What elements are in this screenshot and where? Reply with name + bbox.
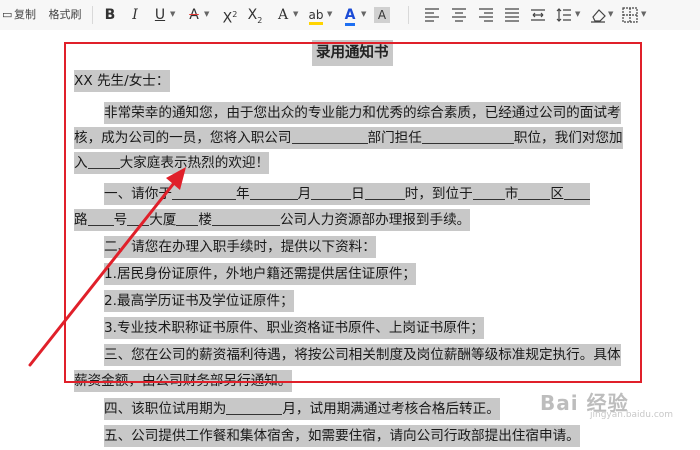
- blank-field[interactable]: [87, 153, 120, 169]
- page-title: 录用通知书: [312, 40, 393, 66]
- text-run: 公司人力资源部办理报到手续。: [279, 212, 471, 228]
- font-color-button[interactable]: A: [344, 7, 356, 26]
- text-run: 楼: [198, 212, 212, 228]
- text-run: 大厦: [149, 212, 177, 228]
- list-item: 1.居民身份证原件，外地户籍还需提供居住证原件；: [104, 263, 417, 285]
- align-left-icon[interactable]: [424, 7, 440, 23]
- item-line: 五、公司提供工作餐和集体宿舍，如需要住宿，请向公司行政部提出住宿申请。: [104, 425, 580, 447]
- item-line: 四、该职位试用期为 月，试用期满通过考核合格后转正。: [104, 398, 500, 420]
- format-painter-button[interactable]: 格式刷: [46, 5, 84, 25]
- bold-button[interactable]: B: [101, 5, 119, 25]
- item-line: 一、请你于 年 月 日 时，到位于 市 区: [104, 183, 590, 205]
- chevron-down-icon[interactable]: ▼: [361, 10, 366, 18]
- cut-icon[interactable]: ▭: [2, 5, 12, 25]
- watermark-brand: Bai: [540, 391, 579, 415]
- subscript-button[interactable]: X2: [244, 5, 266, 25]
- chevron-down-icon[interactable]: ▼: [204, 10, 209, 18]
- blank-field[interactable]: [127, 210, 150, 226]
- list-item: 2.最高学历证书及学位证原件；: [104, 290, 294, 312]
- text-run: 职位，我们对您加: [513, 130, 623, 146]
- align-center-icon[interactable]: [451, 7, 467, 23]
- subscript-label: X: [247, 7, 258, 23]
- blank-field[interactable]: [518, 184, 551, 200]
- item-line: 二、请您在办理入职手续时，提供以下资料：: [104, 236, 376, 258]
- item-line: 三、您在公司的薪资福利待遇，将按公司相关制度及岗位薪酬等级标准规定执行。具体: [104, 344, 621, 366]
- chevron-down-icon[interactable]: ▼: [293, 10, 298, 18]
- justify-icon[interactable]: [504, 7, 520, 23]
- blank-field[interactable]: [249, 184, 298, 200]
- superscript-label: X: [222, 10, 233, 27]
- watermark-url: jingyan.baidu.com: [590, 410, 674, 420]
- item-line: 路 号 大厦 楼 公司人力资源部办理报到手续。: [74, 209, 471, 231]
- blank-field[interactable]: [472, 184, 505, 200]
- paragraph-line: 非常荣幸的通知您，由于您出众的专业能力和优秀的综合素质，已经通过公司的面试考: [104, 102, 621, 124]
- text-run: 核，成为公司的一员，您将入职公司: [74, 130, 292, 146]
- salutation: XX 先生/女士：: [74, 70, 170, 92]
- italic-button[interactable]: I: [126, 5, 144, 25]
- text-run: 年: [235, 186, 250, 202]
- borders-icon[interactable]: [622, 7, 638, 23]
- underline-button[interactable]: U: [155, 7, 165, 23]
- text-effect-button[interactable]: A: [274, 5, 292, 25]
- blank-field[interactable]: [291, 128, 368, 144]
- highlight-button[interactable]: ab: [308, 8, 324, 25]
- chevron-down-icon[interactable]: ▼: [575, 10, 580, 18]
- chevron-down-icon[interactable]: ▼: [170, 10, 175, 18]
- blank-field[interactable]: [311, 184, 352, 200]
- text-run: 时，到位于: [404, 186, 473, 202]
- character-shading-button[interactable]: A: [374, 7, 390, 23]
- strikethrough-button[interactable]: A: [185, 5, 203, 25]
- formatting-toolbar: ▭ 复制 格式刷 B I U ▼ A ▼ X2 X2 A ▼ ab ▼ A ▼ …: [0, 0, 700, 31]
- superscript-button[interactable]: X2: [219, 5, 241, 27]
- text-run: 四、该职位试用期为: [104, 401, 227, 417]
- paragraph-line: 入 大家庭表示热烈的欢迎！: [74, 152, 270, 174]
- subscript-mark: 2: [257, 15, 263, 25]
- text-run: 一、请你于: [104, 186, 172, 202]
- toolbar-divider: [408, 6, 409, 24]
- text-run: 日: [351, 186, 365, 202]
- text-run: 区: [550, 186, 564, 202]
- toolbar-divider: [92, 6, 93, 24]
- blank-field[interactable]: [171, 184, 236, 200]
- blank-field[interactable]: [364, 184, 405, 200]
- copy-button[interactable]: 复制: [12, 5, 38, 25]
- text-run: 部门担任: [367, 130, 422, 146]
- distributed-icon[interactable]: [530, 7, 546, 23]
- blank-field[interactable]: [226, 399, 283, 415]
- text-run: 号: [113, 212, 128, 228]
- text-run: 月: [297, 186, 312, 202]
- align-right-icon[interactable]: [478, 7, 494, 23]
- item-line: 薪资金额，由公司财务部另行通知。: [74, 370, 292, 392]
- clear-format-icon[interactable]: [589, 7, 607, 23]
- blank-field[interactable]: [563, 184, 590, 200]
- text-run: 路: [74, 212, 88, 228]
- paragraph-line: 核，成为公司的一员，您将入职公司 部门担任 职位，我们对您加: [74, 127, 623, 149]
- text-run: 大家庭表示热烈的欢迎！: [119, 155, 270, 171]
- superscript-mark: 2: [232, 10, 238, 19]
- chevron-down-icon[interactable]: ▼: [608, 10, 613, 18]
- text-run: 月，试用期满通过考核合格后转正。: [282, 401, 500, 417]
- list-item: 3.专业技术职称证书原件、职业资格证书原件、上岗证书原件；: [104, 317, 484, 339]
- text-run: 入: [74, 155, 88, 171]
- blank-field[interactable]: [176, 210, 199, 226]
- blank-field[interactable]: [421, 128, 514, 144]
- chevron-down-icon[interactable]: ▼: [641, 10, 646, 18]
- text-run: 市: [504, 186, 519, 202]
- line-spacing-icon[interactable]: [556, 7, 572, 23]
- blank-field[interactable]: [87, 210, 114, 226]
- blank-field[interactable]: [211, 210, 280, 226]
- chevron-down-icon[interactable]: ▼: [327, 10, 332, 18]
